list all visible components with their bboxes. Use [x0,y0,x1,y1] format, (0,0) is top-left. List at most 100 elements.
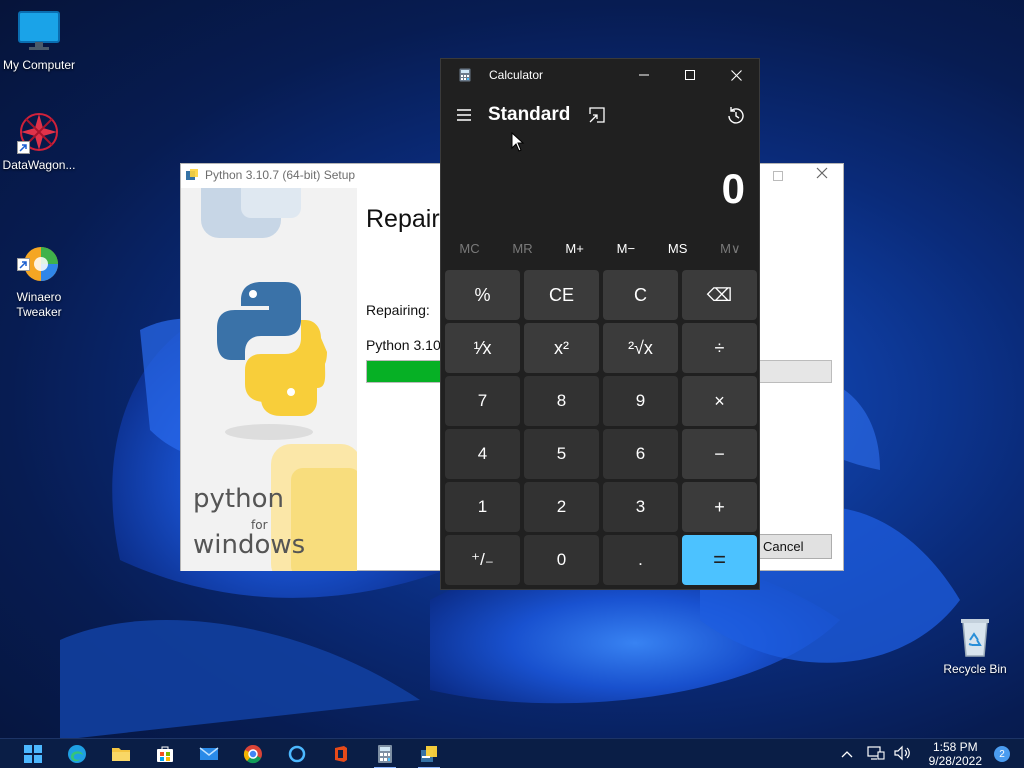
key-plus-button[interactable]: + [682,482,757,532]
office-icon [335,745,347,762]
volume-button[interactable] [893,745,911,764]
desktop-icon-datawagon[interactable]: DataWagon... [0,110,78,173]
python-setup-icon [421,745,437,762]
desktop-icon-label: Recycle Bin [943,662,1007,676]
calculator-mode-title: Standard [488,104,571,125]
key-negate-button[interactable]: ⁺/₋ [445,535,520,585]
keep-on-top-button[interactable] [587,105,607,125]
key-five-button[interactable]: 5 [524,429,599,479]
key-decimal-button[interactable]: . [603,535,678,585]
key-minus-button[interactable]: − [682,429,757,479]
calculator-window[interactable]: Calculator Standard 0 MC MR M+ M− MS M∨ % CE C ⌫… [440,58,760,590]
python-setup-heading: Repair [366,205,440,233]
network-button[interactable] [867,745,885,764]
repairing-label: Repairing: [366,302,430,318]
mail-icon [199,746,219,760]
key-seven-button[interactable]: 7 [445,376,520,426]
cortana-icon [288,745,306,762]
shortcut-arrow-icon [17,258,30,271]
key-six-button[interactable]: 6 [603,429,678,479]
close-icon [730,69,742,81]
memory-button-0: MC [459,241,480,256]
desktop-icon-label: DataWagon... [2,158,76,172]
memory-bar: MC MR M+ M− MS M∨ [441,241,759,257]
python-close-button[interactable] [815,166,829,183]
taskbar-store[interactable] [150,739,180,768]
key-multiply-button[interactable]: × [682,376,757,426]
memory-button-3[interactable]: M− [617,241,635,257]
taskbar-mail[interactable] [194,739,224,768]
edge-icon [68,744,86,763]
minimize-icon [639,74,649,76]
show-hidden-icons-button[interactable] [841,747,853,761]
key-one-button[interactable]: 1 [445,482,520,532]
maximize-button[interactable] [667,59,713,91]
notification-badge[interactable]: 2 [994,746,1010,762]
volume-icon [894,745,910,760]
key-zero-button[interactable]: 0 [524,535,599,585]
python-sidebar-art: python for windows [181,188,357,571]
python-setup-icon [185,168,199,182]
key-percent-button[interactable]: % [445,270,520,320]
winaero-icon [17,227,61,281]
desktop-icon-recycle-bin[interactable]: Recycle Bin [936,614,1014,677]
cancel-button[interactable]: Cancel [758,534,832,559]
clock-date: 9/28/2022 [928,754,982,768]
taskbar-calculator[interactable] [370,739,400,768]
desktop-icon-label: My Computer [2,58,76,72]
key-clear-button[interactable]: C [603,270,678,320]
memory-button-2[interactable]: M+ [565,241,583,257]
history-button[interactable] [725,105,747,127]
network-icon [867,745,885,760]
key-square-root-button[interactable]: ²√x [603,323,678,373]
memory-button-5: M∨ [720,241,741,256]
key-three-button[interactable]: 3 [603,482,678,532]
key-four-button[interactable]: 4 [445,429,520,479]
repair-item-label: Python 3.10 [366,337,441,353]
navigation-menu-button[interactable] [454,105,474,125]
start-button[interactable] [18,739,48,768]
repair-progress-fill [367,361,442,382]
key-clear-entry-button[interactable]: CE [524,270,599,320]
python-maximize-button[interactable] [773,168,783,184]
shortcut-arrow-icon [17,141,30,154]
calculator-display: 0 [721,165,745,212]
calculator-app-icon [459,68,471,82]
minimize-button[interactable] [621,59,667,91]
system-tray: 1:58 PM 9/28/2022 2 [841,739,1024,768]
python-brand-top: python [193,484,284,514]
taskbar-python-setup[interactable] [414,739,444,768]
key-reciprocal-button[interactable]: ¹⁄x [445,323,520,373]
taskbar-office[interactable] [326,739,356,768]
taskbar-edge[interactable] [62,739,92,768]
taskbar-file-explorer[interactable] [106,739,136,768]
maximize-icon [685,70,695,80]
store-icon [157,746,173,762]
desktop-icon-winaero[interactable]: Winaero Tweaker [0,212,78,335]
key-nine-button[interactable]: 9 [603,376,678,426]
taskbar-chrome[interactable] [238,739,268,768]
history-icon [728,107,744,124]
memory-button-4[interactable]: MS [668,241,688,257]
taskbar-cortana[interactable] [282,739,312,768]
mouse-cursor-icon [511,132,525,152]
key-eight-button[interactable]: 8 [524,376,599,426]
key-two-button[interactable]: 2 [524,482,599,532]
close-button[interactable] [713,59,759,91]
memory-button-1: MR [512,241,533,256]
chrome-icon [243,744,262,763]
start-icon [24,744,42,763]
chevron-up-icon [841,751,853,758]
key-divide-button[interactable]: ÷ [682,323,757,373]
key-backspace-button[interactable]: ⌫ [682,270,757,320]
monitor-icon [17,10,61,54]
key-equals-button[interactable]: = [682,535,757,585]
recycle-bin-icon [953,614,997,658]
clock[interactable]: 1:58 PM 9/28/2022 [929,740,982,768]
calculator-icon [378,744,392,763]
desktop-icon-my-computer[interactable]: My Computer [0,10,78,73]
calculator-title: Calculator [489,68,544,82]
file-explorer-icon [112,747,130,761]
python-brand-bottom: windows [193,530,306,560]
key-square-button[interactable]: x² [524,323,599,373]
